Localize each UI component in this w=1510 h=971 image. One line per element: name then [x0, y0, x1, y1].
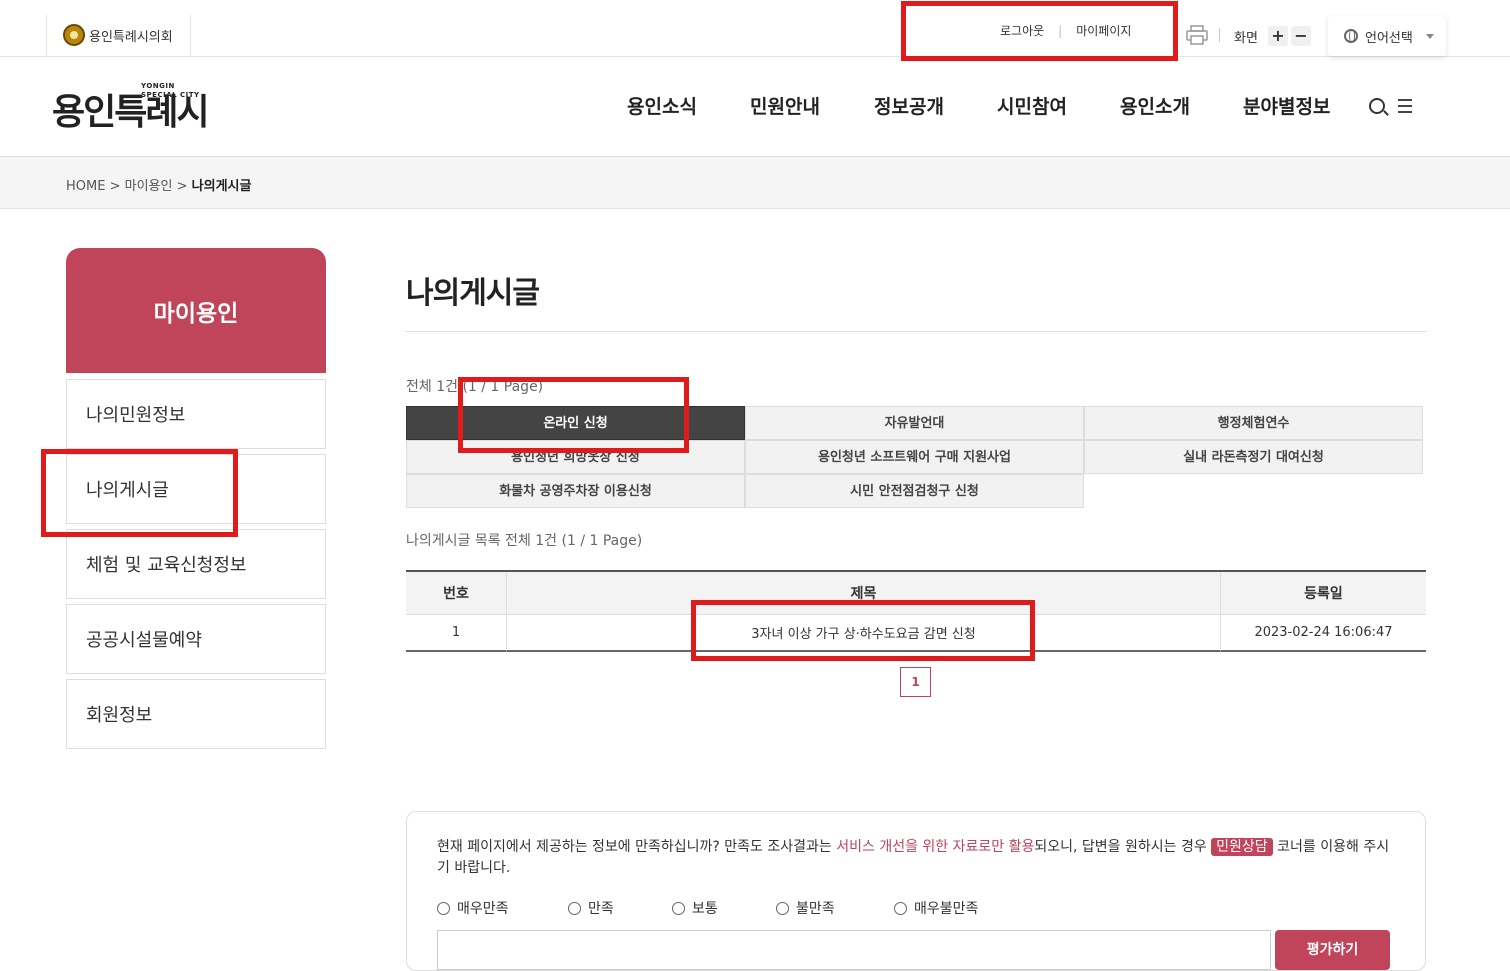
radio-icon: [776, 901, 789, 915]
radio-satisfied[interactable]: 만족: [568, 898, 672, 918]
logo-sub-line: YONGIN: [141, 82, 175, 90]
breadcrumb-current: 나의게시글: [191, 179, 252, 194]
tab-safety-check[interactable]: 시민 안전점검청구 신청: [745, 474, 1084, 508]
radio-label: 매우불만족: [914, 901, 979, 917]
radio-label: 매우만족: [457, 901, 509, 917]
language-label: 언어선택: [1365, 30, 1413, 46]
satisfaction-survey: 현재 페이지에서 제공하는 정보에 만족하십니까? 만족도 조사결과는 서비스 …: [406, 811, 1426, 971]
survey-submit-button[interactable]: 평가하기: [1275, 930, 1390, 970]
tab-admin-training[interactable]: 행정체험연수: [1084, 406, 1423, 440]
lnb-item-civil-info[interactable]: 나의민원정보: [66, 379, 326, 449]
radio-very-satisfied[interactable]: 매우만족: [437, 898, 568, 918]
highlight-box: [691, 600, 1035, 661]
top-utility-bar: 용인특례시의회 로그아웃 | 마이페이지 화면 + − 언어선택: [0, 0, 1510, 57]
col-header-no: 번호: [406, 572, 507, 615]
radio-label: 불만족: [796, 901, 835, 917]
breadcrumb-level1[interactable]: 마이용인: [125, 179, 173, 194]
highlight-box: [41, 449, 238, 537]
civil-consult-link[interactable]: 민원상담: [1211, 838, 1273, 856]
radio-icon: [894, 901, 907, 915]
tab-radon-rental[interactable]: 실내 라돈측정기 대여신청: [1084, 440, 1423, 474]
lnb-item-member[interactable]: 회원정보: [66, 679, 326, 749]
chevron-down-icon: [1426, 34, 1434, 39]
radio-dissatisfied[interactable]: 불만족: [776, 898, 894, 918]
site-logo-subtitle: YONGIN SPECIAL CITY: [141, 82, 200, 100]
zoom-out-button[interactable]: −: [1291, 26, 1311, 46]
highlight-box: [458, 377, 689, 453]
council-label: 용인특례시의회: [89, 29, 173, 45]
lnb-item-experience[interactable]: 체험 및 교육신청정보: [66, 529, 326, 599]
survey-highlight: 서비스 개선을 위한 자료로만 활용: [836, 839, 1035, 855]
gnb-item-civil[interactable]: 민원안내: [750, 92, 820, 119]
radio-icon: [568, 901, 581, 915]
page-number-button[interactable]: 1: [900, 667, 931, 697]
gnb-item-fields[interactable]: 분야별정보: [1243, 92, 1330, 119]
breadcrumb-bar: HOME > 마이용인 > 나의게시글: [0, 157, 1510, 209]
survey-options: 매우만족 만족 보통 불만족 매우불만족: [437, 898, 1004, 918]
survey-text-part: 현재 페이지에서 제공하는 정보에 만족하십니까? 만족도 조사결과는: [437, 839, 837, 855]
radio-label: 만족: [588, 901, 614, 917]
gnb-item-news[interactable]: 용인소식: [627, 92, 697, 119]
lnb-item-facility[interactable]: 공공시설물예약: [66, 604, 326, 674]
council-seal-icon: [63, 24, 85, 46]
col-header-date: 등록일: [1221, 572, 1426, 615]
lnb-title: 마이용인: [66, 248, 326, 373]
util-divider: [1219, 28, 1220, 42]
survey-question: 현재 페이지에서 제공하는 정보에 만족하십니까? 만족도 조사결과는 서비스 …: [437, 837, 1397, 879]
tab-youth-software[interactable]: 용인청년 소프트웨어 구매 지원사업: [745, 440, 1084, 474]
breadcrumb-home[interactable]: HOME: [66, 179, 105, 194]
print-icon[interactable]: [1186, 25, 1208, 45]
radio-label: 보통: [692, 901, 718, 917]
radio-very-dissatisfied[interactable]: 매우불만족: [894, 898, 1004, 918]
language-select[interactable]: 언어선택: [1328, 16, 1446, 56]
row-date: 2023-02-24 16:06:47: [1221, 615, 1426, 652]
survey-text-part: 되오니, 답변을 원하시는 경우: [1034, 839, 1212, 855]
row-number: 1: [406, 615, 507, 652]
tab-truck-parking[interactable]: 화물차 공영주차장 이용신청: [406, 474, 745, 508]
gnb-item-info[interactable]: 정보공개: [874, 92, 944, 119]
survey-comment-input[interactable]: [437, 930, 1271, 970]
breadcrumb-separator: >: [109, 179, 121, 194]
council-link[interactable]: 용인특례시의회: [46, 14, 191, 56]
breadcrumb-separator: >: [176, 179, 188, 194]
radio-neutral[interactable]: 보통: [672, 898, 776, 918]
globe-icon: [1344, 29, 1358, 43]
search-icon[interactable]: [1369, 98, 1385, 114]
menu-icon[interactable]: [1398, 99, 1412, 113]
list-summary: 나의게시글 목록 전체 1건 (1 / 1 Page): [406, 533, 643, 549]
tab-free-speech[interactable]: 자유발언대: [745, 406, 1084, 440]
screen-label: 화면: [1234, 31, 1258, 46]
page-title: 나의게시글: [406, 276, 540, 311]
site-header: 용인특례시 YONGIN SPECIAL CITY 용인소식 민원안내 정보공개…: [0, 57, 1510, 157]
gnb-item-about[interactable]: 용인소개: [1120, 92, 1190, 119]
gnb-item-participation[interactable]: 시민참여: [997, 92, 1067, 119]
radio-icon: [437, 901, 450, 915]
breadcrumb: HOME > 마이용인 > 나의게시글: [66, 175, 251, 194]
highlight-box: [901, 1, 1178, 61]
logo-sub-line: SPECIAL CITY: [141, 91, 200, 99]
title-divider: [406, 331, 1426, 332]
radio-icon: [672, 901, 685, 915]
zoom-in-button[interactable]: +: [1268, 26, 1288, 46]
